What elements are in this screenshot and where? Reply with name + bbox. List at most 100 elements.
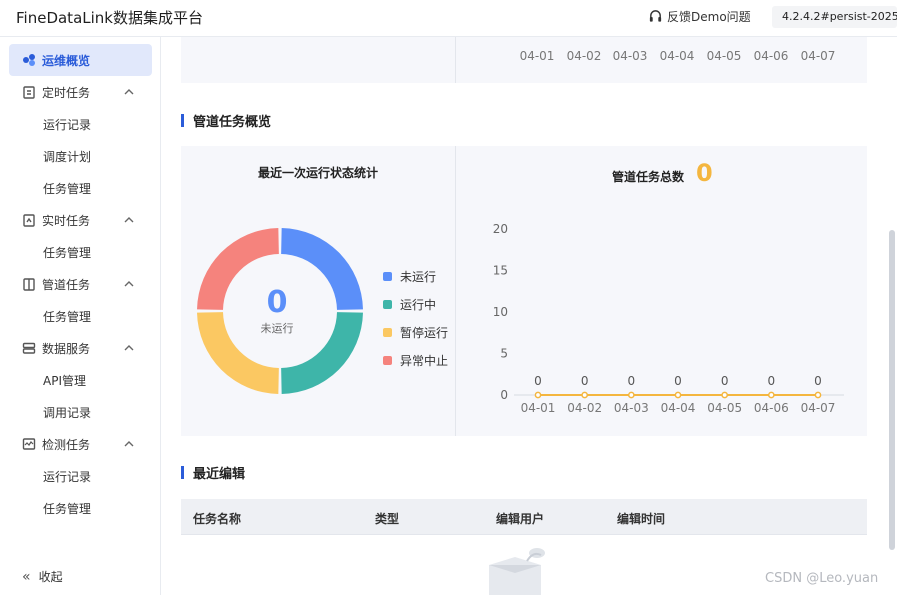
- sidebar-item-label: 实时任务: [42, 213, 91, 228]
- data-point[interactable]: [721, 391, 729, 399]
- monitor-task-icon: [22, 438, 36, 450]
- sidebar-item-overview[interactable]: 运维概览: [9, 44, 152, 76]
- section-accent-bar: [181, 466, 184, 479]
- sidebar-subitem-call-records[interactable]: 调用记录: [43, 404, 91, 421]
- sidebar-subitem-run-records[interactable]: 运行记录: [43, 468, 91, 485]
- top-axis-tick-label: 04-03: [612, 49, 648, 63]
- panel-divider: [455, 37, 456, 83]
- legend-label: 异常中止: [400, 354, 449, 368]
- legend-swatch: [383, 272, 392, 281]
- x-tick-label: 04-02: [567, 401, 602, 415]
- donut-value: 0: [267, 285, 288, 320]
- legend-label: 运行中: [400, 298, 437, 312]
- legend-item[interactable]: 未运行: [383, 268, 436, 285]
- top-axis-tick-label: 04-05: [706, 49, 742, 63]
- sidebar-item-data-service[interactable]: 数据服务: [9, 332, 152, 364]
- column-header-edit-user[interactable]: 编辑用户: [496, 510, 544, 527]
- empty-box-illustration: [489, 548, 545, 595]
- sidebar-item-monitor-task[interactable]: 检测任务: [9, 428, 152, 460]
- data-label: 0: [768, 374, 776, 388]
- data-point[interactable]: [674, 391, 682, 399]
- x-tick-label: 04-05: [707, 401, 742, 415]
- sidebar-item-label: 检测任务: [42, 437, 91, 452]
- chevron-up-icon[interactable]: [124, 215, 134, 225]
- section-accent-bar: [181, 114, 184, 127]
- sidebar-item-scheduled-task[interactable]: 定时任务: [9, 76, 152, 108]
- vertical-scrollbar[interactable]: [889, 230, 895, 550]
- x-tick-label: 04-06: [754, 401, 789, 415]
- data-point[interactable]: [767, 391, 775, 399]
- feedback-label: 反馈Demo问题: [667, 10, 751, 24]
- collapse-label: 收起: [38, 570, 63, 584]
- y-tick-label: 15: [493, 264, 508, 278]
- top-axis-tick-label: 04-04: [659, 49, 695, 63]
- clock-task-icon: [23, 86, 35, 99]
- headset-icon: [649, 10, 662, 22]
- top-axis-tick-label: 04-06: [753, 49, 789, 63]
- column-header-type[interactable]: 类型: [375, 510, 399, 527]
- legend-label: 未运行: [400, 270, 437, 284]
- sidebar-item-pipeline-task[interactable]: 管道任务: [9, 268, 152, 300]
- data-label: 0: [534, 374, 542, 388]
- sidebar-item-realtime-task[interactable]: 实时任务: [9, 204, 152, 236]
- data-point[interactable]: [581, 391, 589, 399]
- pipeline-line-chart[interactable]: 0 5 10 15 20 0 04-01 0 04-02 0 04-03 0 04-04 0 04-05 0 0…: [466, 217, 861, 417]
- x-tick-label: 04-04: [661, 401, 696, 415]
- main-content: 04-01 04-02 04-03 04-04 04-05 04-06 04-07 管道任务…: [161, 37, 897, 595]
- data-service-icon: [22, 342, 36, 354]
- sidebar-subitem-task-management[interactable]: 任务管理: [43, 244, 91, 261]
- legend-swatch: [383, 356, 392, 365]
- pipeline-section-title: 管道任务概览: [181, 111, 271, 130]
- sidebar-item-label: 定时任务: [42, 85, 91, 100]
- status-card-title: 最近一次运行状态统计: [258, 166, 379, 180]
- data-point[interactable]: [814, 391, 822, 399]
- top-axis-tick-label: 04-01: [519, 49, 555, 63]
- data-label: 0: [674, 374, 682, 388]
- y-tick-label: 20: [493, 222, 508, 236]
- data-point[interactable]: [627, 391, 635, 399]
- app-title: FineDataLink数据集成平台: [16, 9, 203, 27]
- sidebar-item-label: 数据服务: [42, 341, 91, 356]
- pipeline-section-label: 管道任务概览: [193, 115, 272, 130]
- feedback-button[interactable]: 反馈Demo问题: [648, 8, 751, 25]
- sidebar-subitem-task-management[interactable]: 任务管理: [43, 500, 91, 517]
- version-badge: 4.2.4.2#persist-2025.0: [772, 6, 897, 28]
- panel-divider: [455, 146, 456, 436]
- legend-item[interactable]: 运行中: [383, 296, 436, 313]
- chevron-up-icon[interactable]: [124, 343, 134, 353]
- legend-label: 暂停运行: [400, 326, 449, 340]
- chevron-up-icon[interactable]: [124, 279, 134, 289]
- data-label: 0: [814, 374, 822, 388]
- column-header-edit-time[interactable]: 编辑时间: [617, 510, 665, 527]
- legend-item[interactable]: 异常中止: [383, 352, 448, 369]
- data-point[interactable]: [534, 391, 542, 399]
- y-tick-label: 5: [500, 347, 508, 361]
- sidebar-subitem-run-records[interactable]: 运行记录: [43, 116, 91, 133]
- sidebar-subitem-api-management[interactable]: API管理: [43, 372, 86, 389]
- sidebar: 运维概览 定时任务 运行记录 调度计划 任务管理 实时任务 任务管理 管道任务 …: [0, 37, 161, 595]
- chevron-up-icon[interactable]: [124, 87, 134, 97]
- recent-section-label: 最近编辑: [193, 467, 246, 482]
- legend-swatch: [383, 300, 392, 309]
- sidebar-subitem-task-management[interactable]: 任务管理: [43, 180, 91, 197]
- data-label: 0: [628, 374, 636, 388]
- y-tick-label: 0: [500, 388, 508, 402]
- total-value: 0: [696, 159, 713, 187]
- legend-item[interactable]: 暂停运行: [383, 324, 448, 341]
- sidebar-subitem-schedule-plan[interactable]: 调度计划: [43, 148, 91, 165]
- watermark: CSDN @Leo.yuan: [765, 571, 879, 586]
- x-tick-label: 04-07: [801, 401, 836, 415]
- x-tick-label: 04-01: [521, 401, 556, 415]
- column-header-task-name[interactable]: 任务名称: [193, 510, 241, 527]
- x-tick-label: 04-03: [614, 401, 649, 415]
- collapse-sidebar-button[interactable]: « 收起: [22, 568, 63, 585]
- sidebar-subitem-task-management[interactable]: 任务管理: [43, 308, 91, 325]
- chevron-up-icon[interactable]: [124, 439, 134, 449]
- overview-icon: [23, 54, 35, 66]
- data-label: 0: [581, 374, 589, 388]
- recent-section-title: 最近编辑: [181, 463, 245, 482]
- top-axis-tick-label: 04-02: [566, 49, 602, 63]
- sidebar-item-label: 管道任务: [42, 277, 91, 292]
- donut-slice[interactable]: [281, 228, 363, 310]
- status-donut-chart[interactable]: 0 未运行: [197, 228, 363, 394]
